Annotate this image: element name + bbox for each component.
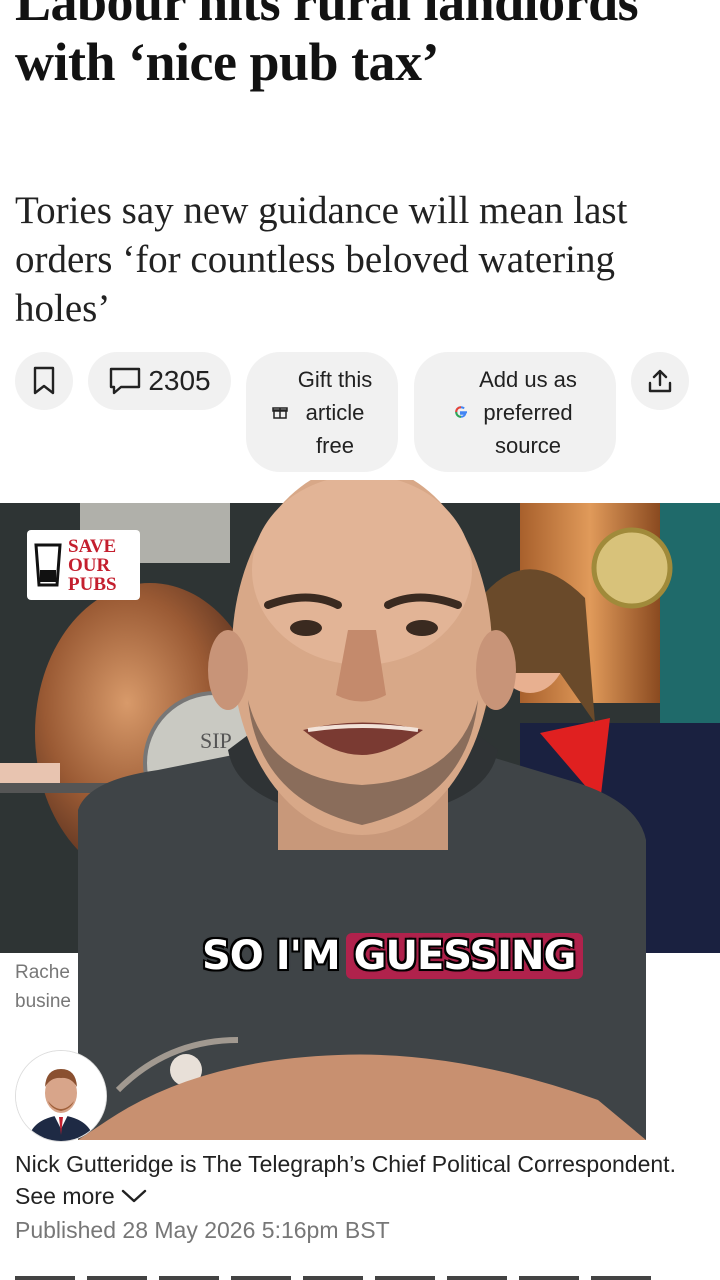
bookmark-button[interactable] [15,352,73,410]
gift-label-line: free [316,432,354,458]
share-button[interactable] [631,352,689,410]
preferred-source-button[interactable]: Add us as preferred source [414,352,616,472]
bookmark-icon [33,366,55,395]
video-subtitle: SO I'M GUESSING [202,933,584,979]
gift-label: Gift this article free [298,363,373,462]
article-body-cutoff [15,1262,715,1280]
author-avatar[interactable] [15,1050,107,1142]
presenter-video [78,480,646,1140]
comments-button[interactable]: 2305 [88,352,231,410]
article-actions: 2305 Gift this article free Add us as pr… [0,350,720,475]
comment-icon [110,367,141,395]
gift-article-button[interactable]: Gift this article free [246,352,398,472]
author-byline: Nick Gutteridge is The Telegraph’s Chief… [15,1148,705,1212]
source-label-line: preferred [483,399,573,425]
see-more-label: See more [15,1183,115,1209]
source-label-line: source [494,432,562,458]
published-date: Published 28 May 2026 5:16pm BST [15,1217,390,1243]
comment-count: 2305 [148,365,211,396]
video-overlay[interactable] [78,480,646,1140]
standfirst: Tories say new guidance will mean last o… [15,189,628,330]
source-label: Add us as preferred source [479,363,577,462]
gift-label-line: Gift this [297,366,373,392]
see-more-link[interactable]: See more [15,1180,147,1212]
author-bio: Nick Gutteridge is The Telegraph’s Chief… [15,1151,676,1177]
pint-glass-icon [34,543,62,587]
gift-label-line: article [305,399,365,425]
headline: Labour hits rural landlords with ‘nice p… [15,0,639,92]
author-portrait [16,1051,106,1141]
google-icon [455,406,468,418]
subtitle-highlight: GUESSING [345,933,584,979]
subtitle-text: SO I'M [202,933,341,979]
chevron-down-icon [121,1189,146,1203]
share-icon [648,369,672,393]
source-label-line: Add us as [479,366,577,392]
gift-icon [271,407,288,419]
